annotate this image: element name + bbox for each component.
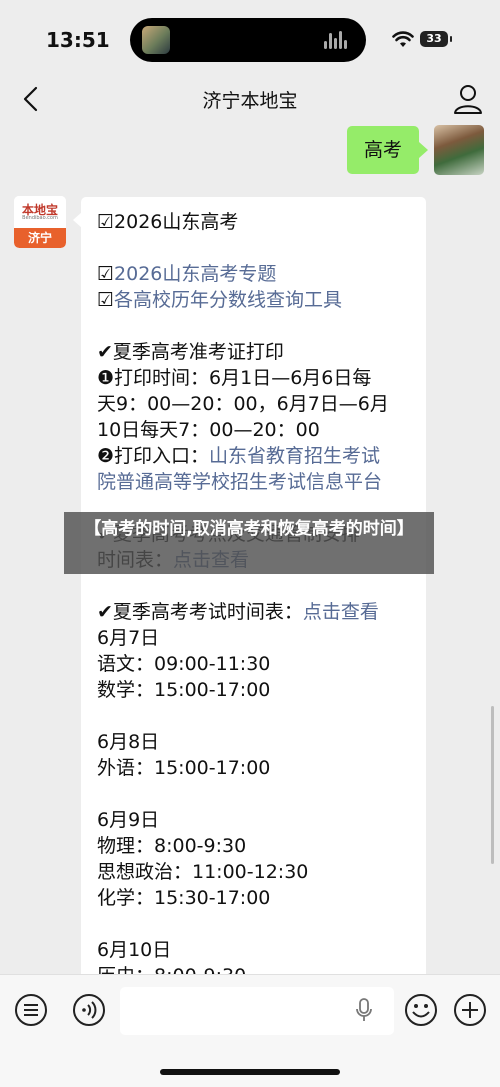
message-body: ☑2026山东高考 ☑2026山东高考专题 ☑各高校历年分数线查询工具 ✔夏季高考准考…	[97, 209, 417, 987]
line-text: ❶打印时间：6月1日—6月6日每	[97, 367, 372, 389]
line-prefix: ❷打印入口：	[97, 445, 210, 467]
line-text: 外语：15:00-17:00	[97, 757, 271, 779]
message-link[interactable]: 点击查看	[303, 601, 379, 623]
line-text: 天9：00—20：00，6月7日—6月	[97, 393, 389, 415]
battery-level: 33	[420, 31, 448, 47]
message-line: ✔夏季高考考试时间表：点击查看	[97, 599, 417, 625]
message-link[interactable]: 院普通高等学校招生考试信息平台	[97, 471, 382, 493]
now-playing-artwork	[142, 26, 170, 54]
message-line: 化学：15:30-17:00	[97, 885, 417, 911]
line-text: 化学：15:30-17:00	[97, 887, 271, 909]
emoji-icon[interactable]	[404, 993, 438, 1027]
message-input[interactable]	[120, 987, 394, 1035]
avatar-city: 济宁	[14, 228, 66, 248]
message-line: ☑2026山东高考	[97, 209, 417, 235]
mic-icon[interactable]	[354, 997, 374, 1023]
message-line: ✔夏季高考准考证打印	[97, 339, 417, 365]
message-line: 院普通高等学校招生考试信息平台	[97, 469, 417, 495]
line-prefix: ✔夏季高考考试时间表：	[97, 601, 303, 623]
audio-wave-icon	[324, 31, 350, 49]
avatar-logo-area: 本地宝 Bendibao.com	[14, 196, 66, 226]
line-text: 6月9日	[97, 809, 160, 831]
message-line: 6月7日	[97, 625, 417, 651]
plus-icon[interactable]	[453, 993, 487, 1027]
line-text: 数学：15:00-17:00	[97, 679, 271, 701]
line-prefix: ☑	[97, 289, 115, 311]
message-line: 物理：8:00-9:30	[97, 833, 417, 859]
avatar-site: Bendibao.com	[22, 215, 58, 221]
profile-icon[interactable]	[448, 80, 488, 120]
message-link[interactable]: 山东省教育招生考试	[209, 445, 380, 467]
message-line: ☑各高校历年分数线查询工具	[97, 287, 417, 313]
overlay-caption: 【高考的时间,取消高考和恢复高考的时间】	[64, 512, 434, 574]
message-line: 10日每天7：00—20：00	[97, 417, 417, 443]
line-text: ✔夏季高考准考证打印	[97, 341, 284, 363]
status-bar: 13:51 33	[0, 0, 500, 80]
dynamic-island[interactable]	[130, 18, 366, 62]
chat-header: 济宁本地宝	[0, 78, 500, 122]
outgoing-message[interactable]: 高考	[347, 126, 428, 174]
line-text: 物理：8:00-9:30	[97, 835, 247, 857]
chat-title: 济宁本地宝	[202, 90, 298, 112]
bot-avatar[interactable]: 本地宝 Bendibao.com 济宁	[14, 196, 66, 248]
line-text: 语文：09:00-11:30	[97, 653, 271, 675]
message-line: 6月8日	[97, 729, 417, 755]
my-avatar[interactable]	[434, 125, 484, 175]
message-line: 6月9日	[97, 807, 417, 833]
scrollbar[interactable]	[491, 706, 494, 864]
wifi-icon	[392, 31, 414, 47]
message-line: 数学：15:00-17:00	[97, 677, 417, 703]
message-line: 语文：09:00-11:30	[97, 651, 417, 677]
message-line: 外语：15:00-17:00	[97, 755, 417, 781]
voice-icon[interactable]	[72, 993, 106, 1027]
message-line: ❶打印时间：6月1日—6月6日每	[97, 365, 417, 391]
line-prefix: ☑	[97, 263, 115, 285]
home-indicator	[160, 1069, 340, 1075]
line-text: 10日每天7：00—20：00	[97, 419, 320, 441]
line-text: ☑2026山东高考	[97, 211, 239, 233]
line-text: 6月10日	[97, 939, 172, 961]
line-text: 6月8日	[97, 731, 160, 753]
menu-icon[interactable]	[14, 993, 48, 1027]
message-line: ❷打印入口：山东省教育招生考试	[97, 443, 417, 469]
message-link[interactable]: 2026山东高考专题	[114, 263, 276, 285]
message-line: 天9：00—20：00，6月7日—6月	[97, 391, 417, 417]
line-text: 6月7日	[97, 627, 160, 649]
battery-tip	[450, 36, 452, 42]
message-line: 思想政治：11:00-12:30	[97, 859, 417, 885]
message-link[interactable]: 各高校历年分数线查询工具	[114, 289, 342, 311]
status-time: 13:51	[46, 28, 110, 52]
incoming-message: ☑2026山东高考 ☑2026山东高考专题 ☑各高校历年分数线查询工具 ✔夏季高考准考…	[81, 197, 426, 987]
message-line: 6月10日	[97, 937, 417, 963]
line-text: 思想政治：11:00-12:30	[97, 861, 309, 883]
message-line: ☑2026山东高考专题	[97, 261, 417, 287]
